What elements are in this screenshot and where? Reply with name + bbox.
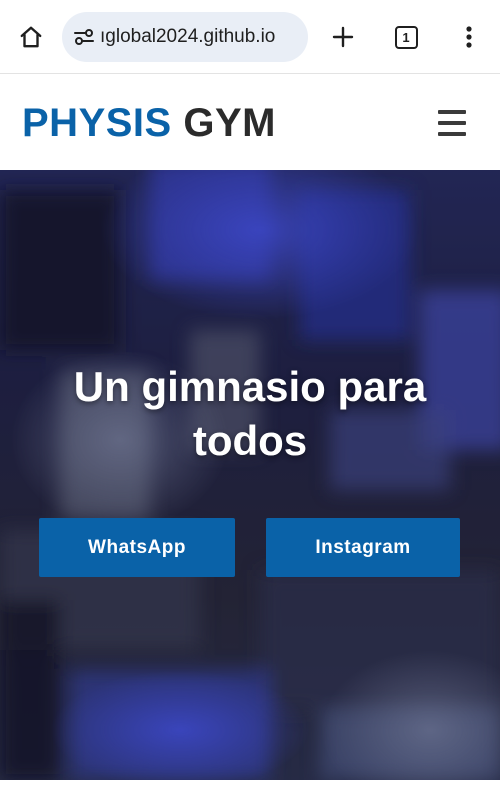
plus-icon[interactable] [326, 20, 360, 54]
url-text: ıglobal2024.github.io [100, 26, 276, 47]
more-vert-icon[interactable] [454, 20, 484, 54]
brand-part2: GYM [183, 101, 276, 145]
brand-logo[interactable]: PHYSIS GYM [22, 98, 276, 148]
hamburger-menu-icon[interactable] [438, 110, 468, 136]
tab-switcher-button[interactable]: 1 [390, 21, 422, 53]
site-header: PHYSIS GYM [0, 74, 500, 170]
browser-toolbar: ıglobal2024.github.io 1 [0, 0, 500, 74]
whatsapp-button[interactable]: WhatsApp [39, 518, 235, 577]
instagram-button[interactable]: Instagram [266, 518, 460, 577]
hero-section: Un gimnasio para todos WhatsApp Instagra… [0, 170, 500, 780]
hero-background-image [0, 170, 500, 780]
site-info-icon[interactable] [72, 26, 96, 48]
home-icon[interactable] [14, 20, 48, 54]
address-bar[interactable]: ıglobal2024.github.io [62, 12, 308, 62]
hero-title: Un gimnasio para todos [73, 363, 427, 464]
page-below-hero [0, 780, 500, 800]
tab-count: 1 [394, 25, 418, 49]
brand-part1: PHYSIS [22, 101, 172, 145]
